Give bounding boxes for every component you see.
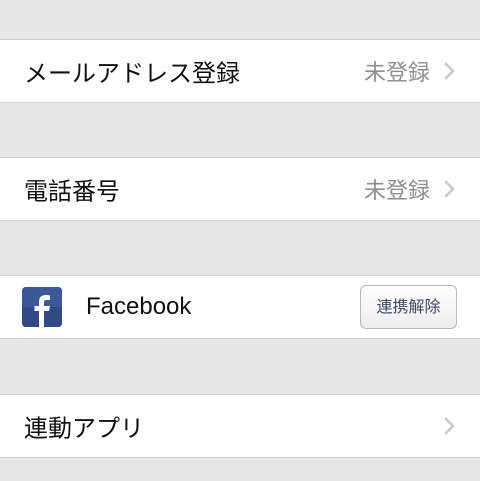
linked-apps-row[interactable]: 連動アプリ (0, 394, 480, 458)
settings-screen: メールアドレス登録 未登録 電話番号 未登録 Facebook 連携解除 連動ア… (0, 0, 480, 481)
chevron-right-icon (444, 180, 455, 198)
chevron-right-icon (444, 417, 455, 435)
email-registration-label: メールアドレス登録 (24, 59, 240, 88)
email-registration-row[interactable]: メールアドレス登録 未登録 (0, 39, 480, 103)
facebook-label: Facebook (86, 293, 192, 320)
chevron-right-icon (444, 62, 455, 80)
phone-number-row[interactable]: 電話番号 未登録 (0, 157, 480, 221)
email-registration-status: 未登録 (363, 61, 430, 86)
facebook-icon (22, 287, 62, 327)
facebook-row: Facebook 連携解除 (0, 275, 480, 339)
linked-apps-label: 連動アプリ (24, 414, 144, 443)
phone-number-label: 電話番号 (24, 177, 120, 206)
phone-number-status: 未登録 (363, 179, 430, 204)
unlink-facebook-button[interactable]: 連携解除 (360, 285, 457, 329)
